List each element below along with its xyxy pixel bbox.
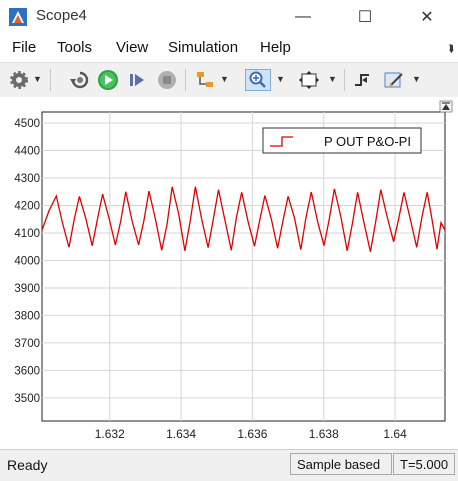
style-edit-icon[interactable] (382, 69, 406, 91)
window-title: Scope4 (36, 7, 87, 24)
y-tick-label: 3500 (14, 393, 40, 405)
scope-plot: 3500 3600 3700 3800 3900 4000 4100 4200 4300 4400… (14, 100, 453, 441)
status-bar: Ready Sample based T=5.000 (0, 449, 458, 481)
y-tick-label: 4200 (14, 200, 40, 212)
style-dropdown-icon[interactable]: ▼ (412, 74, 421, 84)
restore-icon[interactable] (68, 69, 92, 91)
menu-simulation[interactable]: Simulation (168, 39, 238, 56)
y-tick-label: 3900 (14, 283, 40, 295)
settings-dropdown-icon[interactable]: ▼ (33, 74, 42, 84)
title-bar: Scope4 — ☐ ✕ (0, 0, 458, 34)
menu-overflow-icon[interactable]: ⮯ (448, 44, 454, 55)
y-tick-label: 4100 (14, 228, 40, 240)
y-tick-label: 3600 (14, 365, 40, 377)
x-tick-labels: 1.632 1.634 1.636 1.638 1.64 (95, 427, 407, 441)
scope-app-icon (9, 8, 27, 26)
zoom-in-icon[interactable] (245, 69, 271, 91)
x-tick-label: 1.638 (309, 427, 339, 441)
dock-arrow-icon[interactable] (439, 100, 453, 113)
legend[interactable]: P OUT P&O-PI (262, 127, 422, 154)
y-tick-label: 4500 (14, 118, 40, 130)
axes-background (41, 111, 446, 422)
y-tick-label: 4400 (14, 145, 40, 157)
plot-area: 3500 3600 3700 3800 3900 4000 4100 4200 4300 4400… (0, 97, 458, 449)
legend-label: P OUT P&O-PI (324, 134, 411, 149)
y-tick-label: 4300 (14, 173, 40, 185)
toolbar: ▼ ▼ ▼ ▼ ▼ (0, 62, 458, 98)
sample-mode: Sample based (290, 453, 392, 475)
close-button[interactable]: ✕ (404, 4, 450, 30)
stop-icon[interactable] (156, 69, 178, 91)
menu-file[interactable]: File (12, 39, 36, 56)
x-tick-label: 1.636 (237, 427, 267, 441)
fit-dropdown-icon[interactable]: ▼ (328, 74, 337, 84)
triggers-icon[interactable] (352, 69, 374, 91)
zoom-dropdown-icon[interactable]: ▼ (276, 74, 285, 84)
x-tick-label: 1.632 (95, 427, 125, 441)
fit-to-view-icon[interactable] (297, 69, 321, 91)
menu-bar: File Tools View Simulation Help ⮯ (0, 34, 458, 62)
gear-icon[interactable] (8, 69, 30, 91)
x-tick-label: 1.64 (383, 427, 407, 441)
y-tick-label: 3800 (14, 310, 40, 322)
menu-view[interactable]: View (116, 39, 148, 56)
menu-tools[interactable]: Tools (57, 39, 92, 56)
signal-dropdown-icon[interactable]: ▼ (220, 74, 229, 84)
status-ready: Ready (7, 457, 48, 473)
menu-help[interactable]: Help (260, 39, 291, 56)
y-tick-labels: 3500 3600 3700 3800 3900 4000 4100 4200 4300 4400… (14, 118, 40, 405)
x-tick-label: 1.634 (166, 427, 196, 441)
run-icon[interactable] (96, 69, 120, 91)
minimize-button[interactable]: — (280, 4, 326, 30)
maximize-button[interactable]: ☐ (342, 4, 388, 30)
signal-selector-icon[interactable] (194, 69, 216, 91)
y-tick-label: 4000 (14, 255, 40, 267)
step-forward-icon[interactable] (126, 69, 148, 91)
simulation-time: T=5.000 (393, 453, 455, 475)
y-tick-label: 3700 (14, 338, 40, 350)
